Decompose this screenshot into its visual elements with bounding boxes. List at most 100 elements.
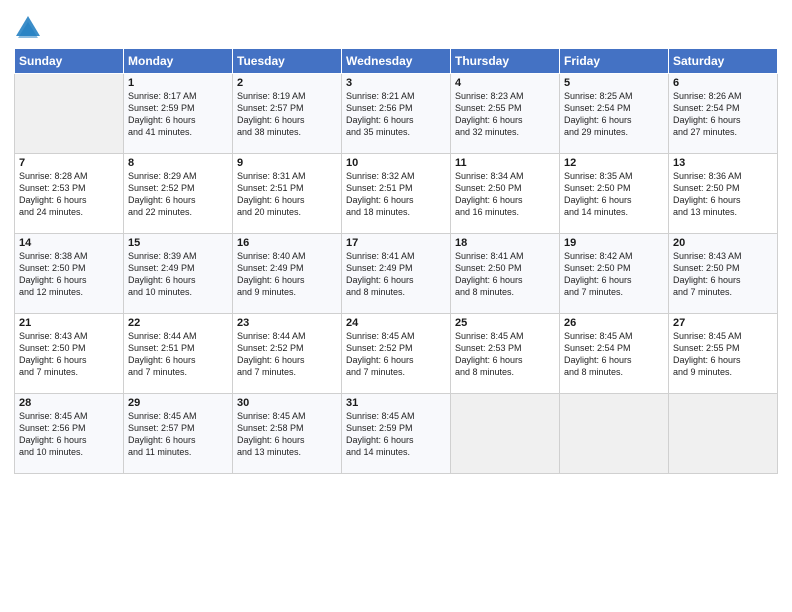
day-number: 17 (346, 237, 446, 249)
day-info: Sunrise: 8:38 AM Sunset: 2:50 PM Dayligh… (19, 250, 119, 299)
day-number: 8 (128, 157, 228, 169)
day-number: 9 (237, 157, 337, 169)
day-number: 10 (346, 157, 446, 169)
calendar-cell (560, 394, 669, 474)
calendar-cell: 25Sunrise: 8:45 AM Sunset: 2:53 PM Dayli… (451, 314, 560, 394)
calendar-cell (15, 74, 124, 154)
day-info: Sunrise: 8:31 AM Sunset: 2:51 PM Dayligh… (237, 170, 337, 219)
day-number: 2 (237, 77, 337, 89)
day-info: Sunrise: 8:17 AM Sunset: 2:59 PM Dayligh… (128, 90, 228, 139)
weekday-header: Sunday (15, 49, 124, 74)
calendar-cell: 21Sunrise: 8:43 AM Sunset: 2:50 PM Dayli… (15, 314, 124, 394)
day-info: Sunrise: 8:32 AM Sunset: 2:51 PM Dayligh… (346, 170, 446, 219)
header (14, 10, 778, 42)
calendar-cell: 28Sunrise: 8:45 AM Sunset: 2:56 PM Dayli… (15, 394, 124, 474)
calendar-cell: 22Sunrise: 8:44 AM Sunset: 2:51 PM Dayli… (124, 314, 233, 394)
day-info: Sunrise: 8:40 AM Sunset: 2:49 PM Dayligh… (237, 250, 337, 299)
day-number: 1 (128, 77, 228, 89)
weekday-header: Friday (560, 49, 669, 74)
calendar-cell: 12Sunrise: 8:35 AM Sunset: 2:50 PM Dayli… (560, 154, 669, 234)
day-number: 14 (19, 237, 119, 249)
day-number: 29 (128, 397, 228, 409)
day-info: Sunrise: 8:45 AM Sunset: 2:56 PM Dayligh… (19, 410, 119, 459)
day-info: Sunrise: 8:35 AM Sunset: 2:50 PM Dayligh… (564, 170, 664, 219)
day-number: 19 (564, 237, 664, 249)
day-number: 16 (237, 237, 337, 249)
calendar-cell: 10Sunrise: 8:32 AM Sunset: 2:51 PM Dayli… (342, 154, 451, 234)
calendar-cell: 1Sunrise: 8:17 AM Sunset: 2:59 PM Daylig… (124, 74, 233, 154)
calendar-cell: 24Sunrise: 8:45 AM Sunset: 2:52 PM Dayli… (342, 314, 451, 394)
day-number: 3 (346, 77, 446, 89)
day-info: Sunrise: 8:23 AM Sunset: 2:55 PM Dayligh… (455, 90, 555, 139)
day-info: Sunrise: 8:45 AM Sunset: 2:55 PM Dayligh… (673, 330, 773, 379)
day-info: Sunrise: 8:41 AM Sunset: 2:49 PM Dayligh… (346, 250, 446, 299)
day-number: 6 (673, 77, 773, 89)
day-number: 13 (673, 157, 773, 169)
calendar-cell: 17Sunrise: 8:41 AM Sunset: 2:49 PM Dayli… (342, 234, 451, 314)
day-info: Sunrise: 8:45 AM Sunset: 2:59 PM Dayligh… (346, 410, 446, 459)
calendar-cell: 23Sunrise: 8:44 AM Sunset: 2:52 PM Dayli… (233, 314, 342, 394)
day-number: 30 (237, 397, 337, 409)
calendar-cell: 30Sunrise: 8:45 AM Sunset: 2:58 PM Dayli… (233, 394, 342, 474)
day-info: Sunrise: 8:39 AM Sunset: 2:49 PM Dayligh… (128, 250, 228, 299)
calendar-cell: 5Sunrise: 8:25 AM Sunset: 2:54 PM Daylig… (560, 74, 669, 154)
weekday-header: Saturday (669, 49, 778, 74)
day-info: Sunrise: 8:44 AM Sunset: 2:51 PM Dayligh… (128, 330, 228, 379)
day-info: Sunrise: 8:43 AM Sunset: 2:50 PM Dayligh… (673, 250, 773, 299)
day-info: Sunrise: 8:34 AM Sunset: 2:50 PM Dayligh… (455, 170, 555, 219)
day-info: Sunrise: 8:25 AM Sunset: 2:54 PM Dayligh… (564, 90, 664, 139)
calendar-cell: 7Sunrise: 8:28 AM Sunset: 2:53 PM Daylig… (15, 154, 124, 234)
calendar-cell: 9Sunrise: 8:31 AM Sunset: 2:51 PM Daylig… (233, 154, 342, 234)
day-number: 11 (455, 157, 555, 169)
calendar-cell: 19Sunrise: 8:42 AM Sunset: 2:50 PM Dayli… (560, 234, 669, 314)
day-info: Sunrise: 8:42 AM Sunset: 2:50 PM Dayligh… (564, 250, 664, 299)
calendar-cell: 29Sunrise: 8:45 AM Sunset: 2:57 PM Dayli… (124, 394, 233, 474)
calendar-cell: 15Sunrise: 8:39 AM Sunset: 2:49 PM Dayli… (124, 234, 233, 314)
day-number: 5 (564, 77, 664, 89)
calendar-cell: 31Sunrise: 8:45 AM Sunset: 2:59 PM Dayli… (342, 394, 451, 474)
calendar-cell: 13Sunrise: 8:36 AM Sunset: 2:50 PM Dayli… (669, 154, 778, 234)
calendar-cell: 16Sunrise: 8:40 AM Sunset: 2:49 PM Dayli… (233, 234, 342, 314)
day-number: 15 (128, 237, 228, 249)
day-number: 23 (237, 317, 337, 329)
day-info: Sunrise: 8:43 AM Sunset: 2:50 PM Dayligh… (19, 330, 119, 379)
day-info: Sunrise: 8:45 AM Sunset: 2:54 PM Dayligh… (564, 330, 664, 379)
day-number: 12 (564, 157, 664, 169)
day-number: 22 (128, 317, 228, 329)
calendar-cell: 27Sunrise: 8:45 AM Sunset: 2:55 PM Dayli… (669, 314, 778, 394)
day-info: Sunrise: 8:45 AM Sunset: 2:53 PM Dayligh… (455, 330, 555, 379)
logo (14, 14, 44, 42)
calendar-cell: 18Sunrise: 8:41 AM Sunset: 2:50 PM Dayli… (451, 234, 560, 314)
day-number: 26 (564, 317, 664, 329)
page-container: SundayMondayTuesdayWednesdayThursdayFrid… (0, 0, 792, 480)
calendar-cell: 3Sunrise: 8:21 AM Sunset: 2:56 PM Daylig… (342, 74, 451, 154)
calendar-cell: 14Sunrise: 8:38 AM Sunset: 2:50 PM Dayli… (15, 234, 124, 314)
weekday-header: Tuesday (233, 49, 342, 74)
day-number: 24 (346, 317, 446, 329)
day-number: 21 (19, 317, 119, 329)
calendar-cell (451, 394, 560, 474)
day-info: Sunrise: 8:41 AM Sunset: 2:50 PM Dayligh… (455, 250, 555, 299)
day-info: Sunrise: 8:21 AM Sunset: 2:56 PM Dayligh… (346, 90, 446, 139)
day-number: 31 (346, 397, 446, 409)
day-info: Sunrise: 8:36 AM Sunset: 2:50 PM Dayligh… (673, 170, 773, 219)
day-info: Sunrise: 8:44 AM Sunset: 2:52 PM Dayligh… (237, 330, 337, 379)
day-info: Sunrise: 8:45 AM Sunset: 2:57 PM Dayligh… (128, 410, 228, 459)
day-number: 18 (455, 237, 555, 249)
day-info: Sunrise: 8:19 AM Sunset: 2:57 PM Dayligh… (237, 90, 337, 139)
logo-icon (14, 14, 42, 42)
calendar-cell (669, 394, 778, 474)
calendar-cell: 6Sunrise: 8:26 AM Sunset: 2:54 PM Daylig… (669, 74, 778, 154)
calendar-cell: 8Sunrise: 8:29 AM Sunset: 2:52 PM Daylig… (124, 154, 233, 234)
day-number: 27 (673, 317, 773, 329)
weekday-header: Monday (124, 49, 233, 74)
day-info: Sunrise: 8:29 AM Sunset: 2:52 PM Dayligh… (128, 170, 228, 219)
day-number: 25 (455, 317, 555, 329)
calendar-cell: 4Sunrise: 8:23 AM Sunset: 2:55 PM Daylig… (451, 74, 560, 154)
day-info: Sunrise: 8:45 AM Sunset: 2:58 PM Dayligh… (237, 410, 337, 459)
calendar-cell: 2Sunrise: 8:19 AM Sunset: 2:57 PM Daylig… (233, 74, 342, 154)
weekday-header: Thursday (451, 49, 560, 74)
day-info: Sunrise: 8:45 AM Sunset: 2:52 PM Dayligh… (346, 330, 446, 379)
calendar-cell: 20Sunrise: 8:43 AM Sunset: 2:50 PM Dayli… (669, 234, 778, 314)
day-number: 4 (455, 77, 555, 89)
